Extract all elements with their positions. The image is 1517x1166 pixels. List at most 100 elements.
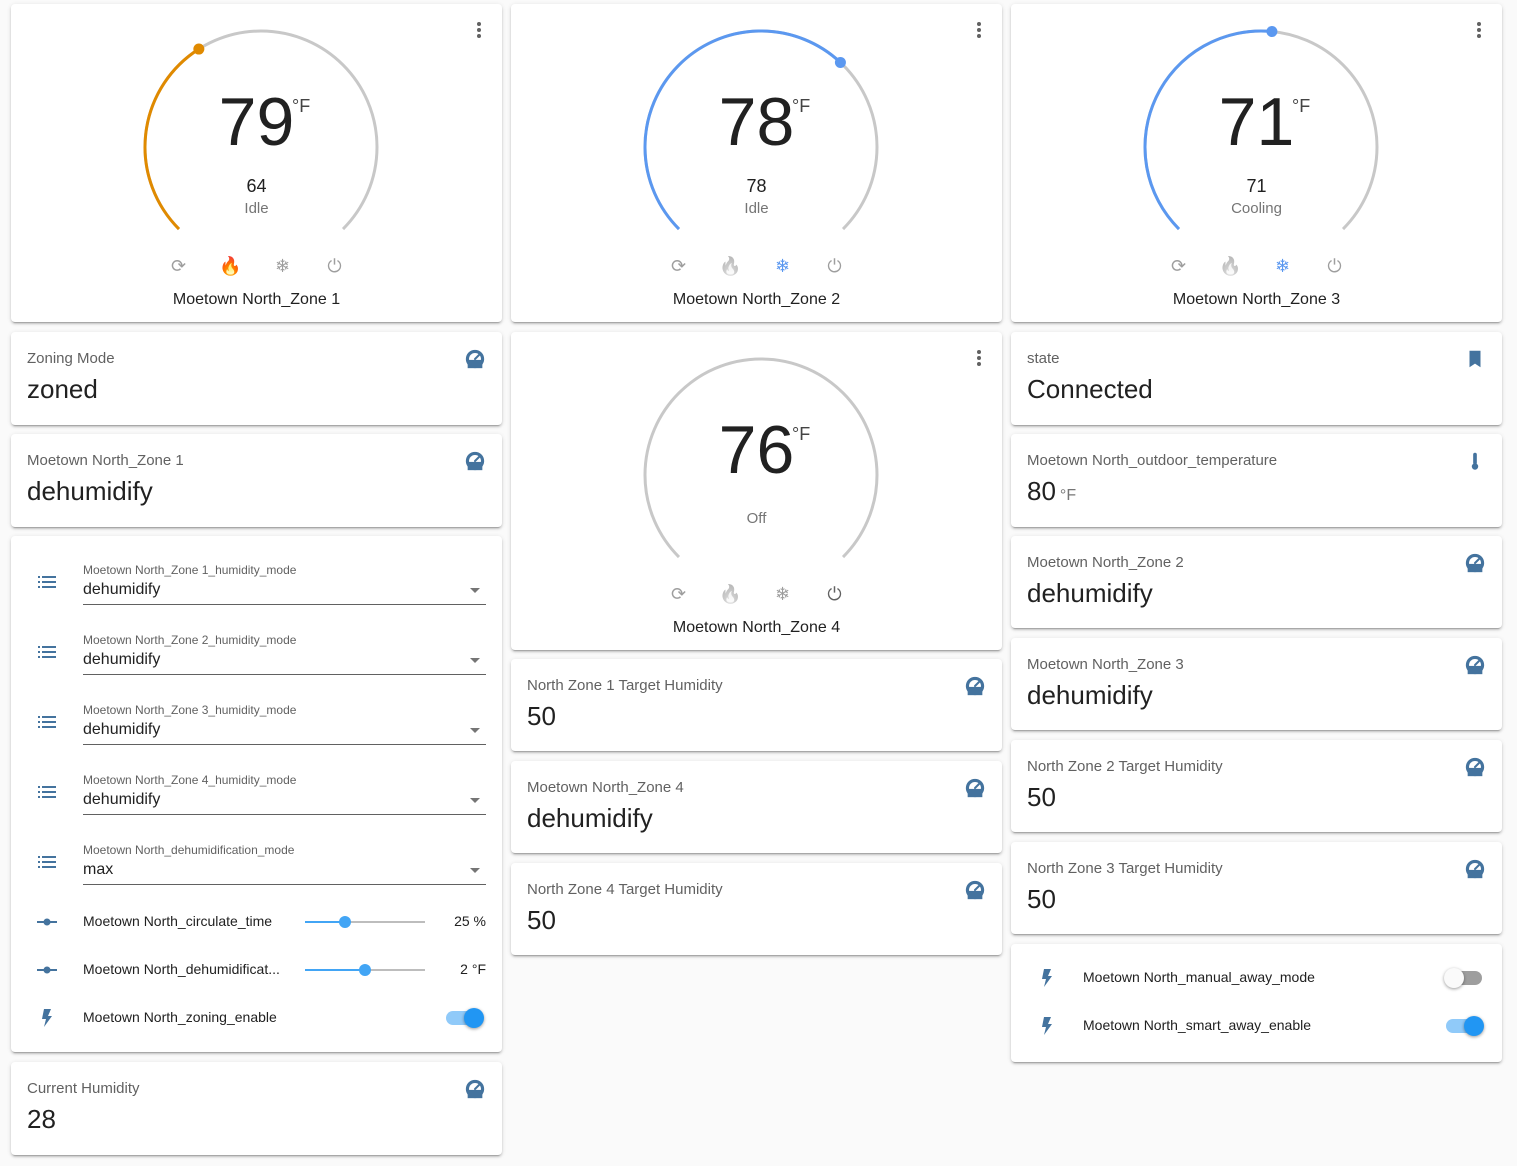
slider-label: Moetown North_dehumidificat... [83,961,280,977]
sensor-card-state[interactable]: state Connected [1011,332,1502,425]
temperature-unit: °F [792,96,811,116]
gauge-icon [1465,859,1485,879]
current-temperature: 71 [1218,84,1295,160]
mode-heat-icon[interactable]: 🔥 [219,254,241,278]
sensor-value: dehumidify [1027,578,1153,608]
select-row[interactable]: Moetown North_Zone 3_humidity_mode dehumi… [11,700,502,760]
slider-track[interactable] [305,916,425,928]
toggle-switch[interactable] [446,1008,484,1028]
mode-cool-icon[interactable]: ❄ [773,254,793,278]
sensor-value: 50 [1027,884,1056,914]
mode-cool-icon[interactable]: ❄ [273,254,293,278]
format-list-icon [38,786,56,798]
mode-off-icon[interactable]: ⏻ [825,582,845,606]
mode-heat-icon[interactable]: 🔥 [719,254,741,278]
thermostat-name: Moetown North_Zone 3 [1172,291,1341,308]
slider-value: 2 °F [460,961,486,977]
mode-auto-icon[interactable]: ⟳ [669,254,689,278]
more-options-icon[interactable] [976,350,982,368]
sensor-value: 80 [1027,476,1056,506]
hvac-action: Idle [244,200,269,217]
select-row[interactable]: Moetown North_dehumidification_mode max [11,840,502,900]
sensor-title: North Zone 4 Target Humidity [527,881,723,898]
switch-label: Moetown North_smart_away_enable [1083,1017,1312,1033]
select-underline [83,674,486,675]
sensor-title: Moetown North_Zone 2 [1027,554,1184,571]
more-options-icon[interactable] [1476,22,1482,40]
hvac-mode-buttons: ⟳ 🔥 ❄ ⏻ [1011,254,1502,278]
sensor-card-zoning-mode[interactable]: Zoning Mode zoned [11,332,502,425]
toggle-switch[interactable] [1444,968,1482,988]
chevron-down-icon[interactable] [470,728,480,733]
mode-off-icon[interactable]: ⏻ [1325,254,1345,278]
dial-setpoint-handle[interactable] [834,56,846,68]
mode-off-icon[interactable]: ⏻ [825,254,845,278]
mode-cool-icon[interactable]: ❄ [773,582,793,606]
thermostat-card-zone2: 78 °F 78 Idle ⟳ 🔥 ❄ ⏻ Moetown North_Zone 2 [511,4,1002,322]
chevron-down-icon[interactable] [470,588,480,593]
mode-heat-icon[interactable]: 🔥 [1219,254,1241,278]
sensor-card-zone1-target-humidity[interactable]: North Zone 1 Target Humidity 50 [511,659,1002,751]
more-options-icon[interactable] [476,22,482,40]
select-row[interactable]: Moetown North_Zone 1_humidity_modedehumi… [11,560,502,620]
sensor-title: North Zone 2 Target Humidity [1027,758,1223,775]
thermostat-name: Moetown North_Zone 1 [172,291,341,308]
select-label: Moetown North_Zone 1_humidity_mode [83,563,297,577]
hvac-mode-buttons: ⟳ 🔥 ❄ ⏻ [511,582,1002,606]
select-row[interactable]: Moetown North_Zone 2_humidity_mode dehumi… [11,630,502,690]
sensor-card-zone3-target-humidity[interactable]: North Zone 3 Target Humidity 50 [1011,842,1502,934]
hvac-action: Cooling [1231,200,1282,217]
dial-setpoint-handle[interactable] [1266,26,1278,38]
mode-auto-icon[interactable]: ⟳ [669,582,689,606]
flash-icon [1042,1017,1052,1035]
dial-setpoint-handle[interactable] [193,43,205,55]
sensor-card-zone4-target-humidity[interactable]: North Zone 4 Target Humidity 50 [511,863,1002,955]
select-value: dehumidify [83,791,161,808]
flash-icon [42,1009,52,1027]
slider-value: 25 % [454,913,486,929]
entities-card: Moetown North_Zone 1_humidity_modedehumi… [11,536,502,1052]
select-value: dehumidify [83,581,161,598]
switch-row: Moetown North_smart_away_enable [1011,1014,1502,1038]
toggle-switch[interactable] [1446,1016,1484,1036]
mode-cool-icon[interactable]: ❄ [1273,254,1293,278]
switch-row: Moetown North_zoning_enable [11,1006,502,1030]
target-temperature: 78 [746,176,767,196]
slider-thumb[interactable] [359,964,371,976]
hvac-action: Off [746,510,767,527]
mode-auto-icon[interactable]: ⟳ [1169,254,1189,278]
gauge-icon [965,880,985,900]
current-temperature: 79 [218,84,295,160]
sensor-card-zone2-target-humidity[interactable]: North Zone 2 Target Humidity 50 [1011,740,1502,832]
mode-off-icon[interactable]: ⏻ [325,254,345,278]
mode-heat-icon[interactable]: 🔥 [719,582,741,606]
sensor-card-outdoor-temperature[interactable]: Moetown North_outdoor_temperature 80 °F [1011,434,1502,527]
slider-thumb[interactable] [338,916,351,928]
select-label: Moetown North_Zone 3_humidity_mode [83,703,297,717]
target-temperature: 71 [1246,176,1267,196]
sensor-card-zone2-mode[interactable]: Moetown North_Zone 2 dehumidify [1011,536,1502,628]
gauge-icon [965,778,985,798]
sensor-title: Moetown North_Zone 1 [27,452,184,469]
chevron-down-icon[interactable] [470,798,480,803]
sensor-card-current-humidity[interactable]: Current Humidity 28 [11,1062,502,1155]
switch-label: Moetown North_manual_away_mode [1083,969,1315,985]
chevron-down-icon[interactable] [470,868,480,873]
format-list-icon [38,716,56,728]
mode-auto-icon[interactable]: ⟳ [169,254,189,278]
sensor-title: Zoning Mode [27,350,115,367]
gauge-icon [1465,757,1485,777]
select-row[interactable]: Moetown North_Zone 4_humidity_mode dehumi… [11,770,502,830]
sensor-card-zone3-mode[interactable]: Moetown North_Zone 3 dehumidify [1011,638,1502,730]
thermostat-card-zone1: 79 °F 64 Idle ⟳ 🔥 ❄ ⏻ Moetown North_Zone 1 [11,4,502,322]
slider-track[interactable] [305,964,425,976]
sensor-card-zone4-mode[interactable]: Moetown North_Zone 4 dehumidify [511,761,1002,853]
format-list-icon [38,576,56,588]
sensor-unit: °F [1059,487,1077,504]
sensor-title: Moetown North_outdoor_temperature [1027,452,1278,469]
sensor-value: 28 [27,1104,56,1134]
more-options-icon[interactable] [976,22,982,40]
chevron-down-icon[interactable] [470,658,480,663]
sensor-title: North Zone 3 Target Humidity [1027,860,1223,877]
sensor-card-zone1-mode[interactable]: Moetown North_Zone 1 dehumidify [11,434,502,527]
